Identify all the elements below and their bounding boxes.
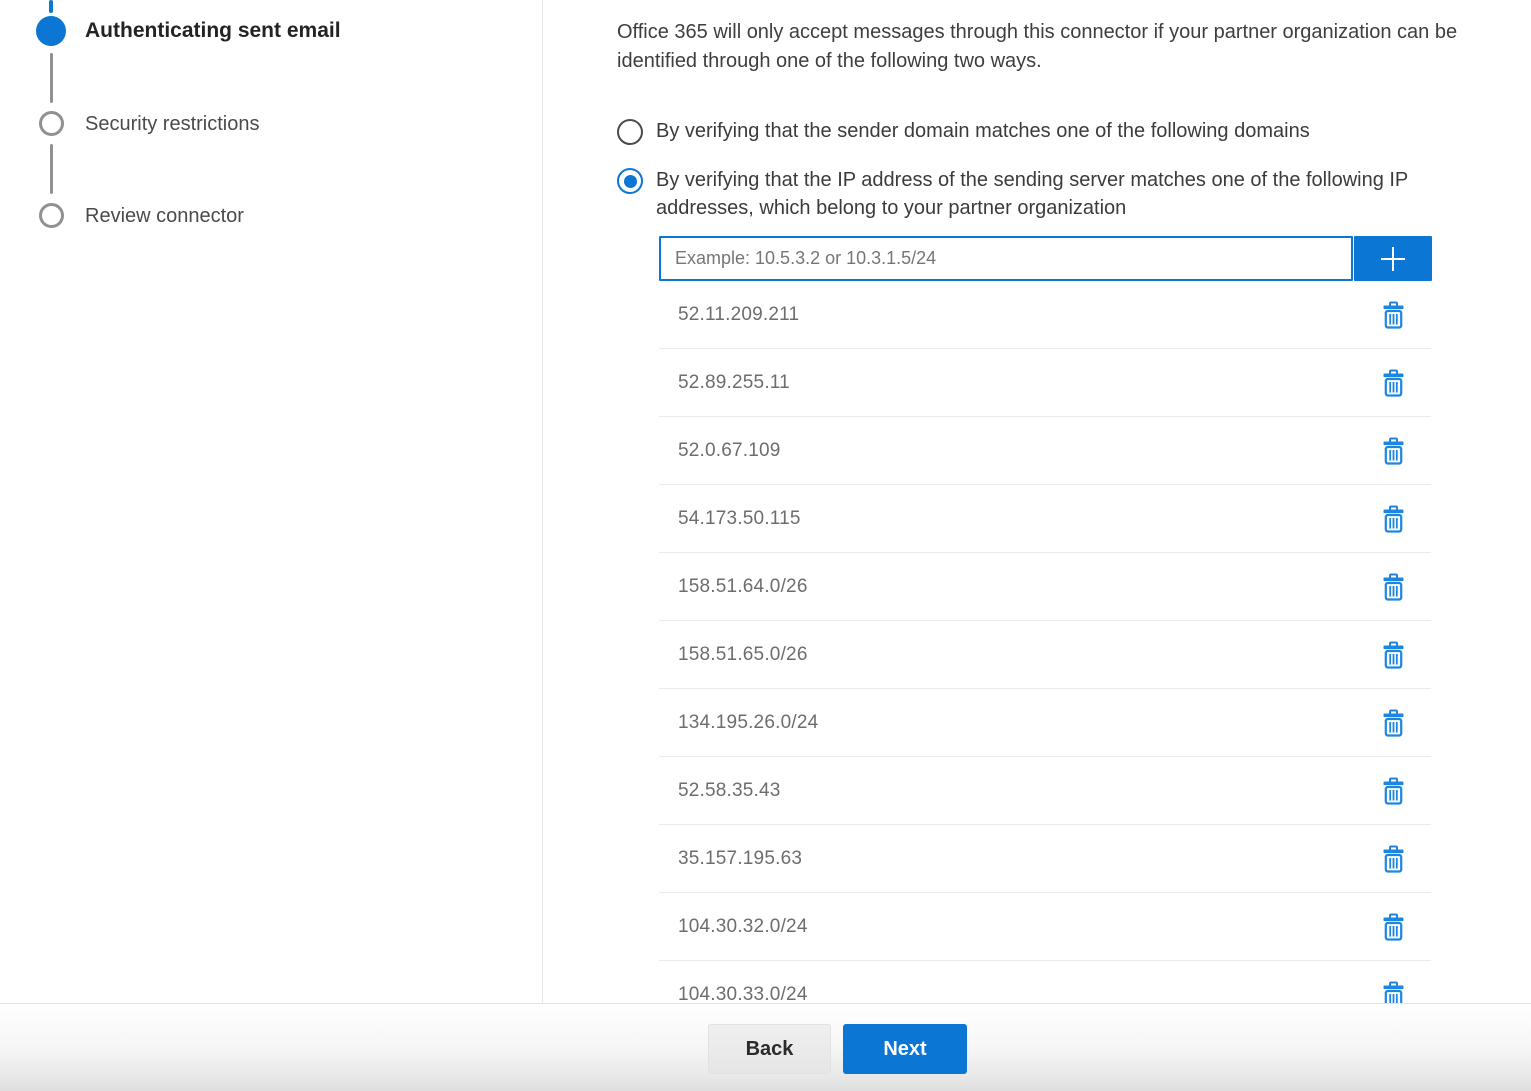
trash-icon	[1382, 709, 1405, 737]
delete-ip-button[interactable]	[1380, 571, 1407, 603]
ip-row: 54.173.50.115	[659, 485, 1431, 553]
ip-entry-row	[659, 236, 1530, 281]
ip-row: 52.89.255.11	[659, 349, 1431, 417]
ip-address-value: 54.173.50.115	[678, 508, 801, 530]
trash-icon	[1382, 981, 1405, 1004]
delete-ip-button[interactable]	[1380, 843, 1407, 875]
option-label: By verifying that the sender domain matc…	[656, 117, 1310, 145]
step-inactive-dot[interactable]	[39, 203, 64, 228]
ip-address-value: 158.51.65.0/26	[678, 644, 808, 666]
radio-unselected-icon[interactable]	[617, 119, 643, 145]
ip-address-value: 158.51.64.0/26	[678, 576, 808, 598]
trash-icon	[1382, 573, 1405, 601]
plus-icon	[1378, 244, 1408, 274]
trash-icon	[1382, 641, 1405, 669]
delete-ip-button[interactable]	[1380, 299, 1407, 331]
ip-row: 52.0.67.109	[659, 417, 1431, 485]
ip-address-value: 134.195.26.0/24	[678, 712, 818, 734]
ip-address-value: 104.30.32.0/24	[678, 916, 808, 938]
trash-icon	[1382, 369, 1405, 397]
delete-ip-button[interactable]	[1380, 707, 1407, 739]
step-authenticating-sent-email[interactable]: Authenticating sent email	[85, 17, 341, 45]
delete-ip-button[interactable]	[1380, 911, 1407, 943]
radio-selected-icon[interactable]	[617, 168, 643, 194]
step-content-panel: Office 365 will only accept messages thr…	[543, 0, 1530, 1003]
trash-icon	[1382, 845, 1405, 873]
trash-icon	[1382, 913, 1405, 941]
verification-options: By verifying that the sender domain matc…	[617, 117, 1530, 222]
step-review-connector[interactable]: Review connector	[85, 202, 244, 230]
step-inactive-dot[interactable]	[39, 111, 64, 136]
step-connector-line	[50, 144, 53, 194]
delete-ip-button[interactable]	[1380, 367, 1407, 399]
ip-row: 52.58.35.43	[659, 757, 1431, 825]
ip-address-value: 35.157.195.63	[678, 848, 802, 870]
delete-ip-button[interactable]	[1380, 775, 1407, 807]
back-button[interactable]: Back	[708, 1024, 831, 1074]
wizard-stepper: Authenticating sent email Security restr…	[0, 0, 543, 1003]
trash-icon	[1382, 505, 1405, 533]
delete-ip-button[interactable]	[1380, 435, 1407, 467]
radio-dot	[624, 126, 637, 139]
ip-address-input[interactable]	[659, 236, 1353, 281]
step-connector-line	[50, 53, 53, 103]
option-verify-by-ip[interactable]: By verifying that the IP address of the …	[617, 166, 1530, 222]
ip-address-value: 52.58.35.43	[678, 780, 781, 802]
radio-dot	[624, 175, 637, 188]
option-verify-by-domain[interactable]: By verifying that the sender domain matc…	[617, 117, 1530, 145]
trash-icon	[1382, 437, 1405, 465]
ip-address-value: 52.89.255.11	[678, 372, 790, 394]
connector-wizard: Authenticating sent email Security restr…	[0, 0, 1531, 1003]
step-security-restrictions[interactable]: Security restrictions	[85, 110, 260, 138]
ip-row: 104.30.33.0/24	[659, 961, 1431, 1003]
ip-row: 134.195.26.0/24	[659, 689, 1431, 757]
ip-address-value: 104.30.33.0/24	[678, 984, 808, 1004]
delete-ip-button[interactable]	[1380, 639, 1407, 671]
ip-address-list: 52.11.209.211 52.89.255.11	[659, 281, 1431, 1003]
ip-address-value: 52.0.67.109	[678, 440, 781, 462]
step-connector-line	[49, 0, 53, 13]
step-active-dot[interactable]	[36, 16, 66, 46]
ip-row: 35.157.195.63	[659, 825, 1431, 893]
trash-icon	[1382, 777, 1405, 805]
ip-row: 52.11.209.211	[659, 281, 1431, 349]
ip-row: 158.51.64.0/26	[659, 553, 1431, 621]
step-description: Office 365 will only accept messages thr…	[617, 18, 1525, 76]
delete-ip-button[interactable]	[1380, 979, 1407, 1004]
trash-icon	[1382, 301, 1405, 329]
next-button[interactable]: Next	[843, 1024, 967, 1074]
ip-row: 104.30.32.0/24	[659, 893, 1431, 961]
add-ip-button[interactable]	[1354, 236, 1432, 281]
ip-row: 158.51.65.0/26	[659, 621, 1431, 689]
ip-address-value: 52.11.209.211	[678, 304, 799, 326]
delete-ip-button[interactable]	[1380, 503, 1407, 535]
option-label: By verifying that the IP address of the …	[656, 166, 1474, 222]
wizard-footer: Back Next	[0, 1003, 1531, 1091]
